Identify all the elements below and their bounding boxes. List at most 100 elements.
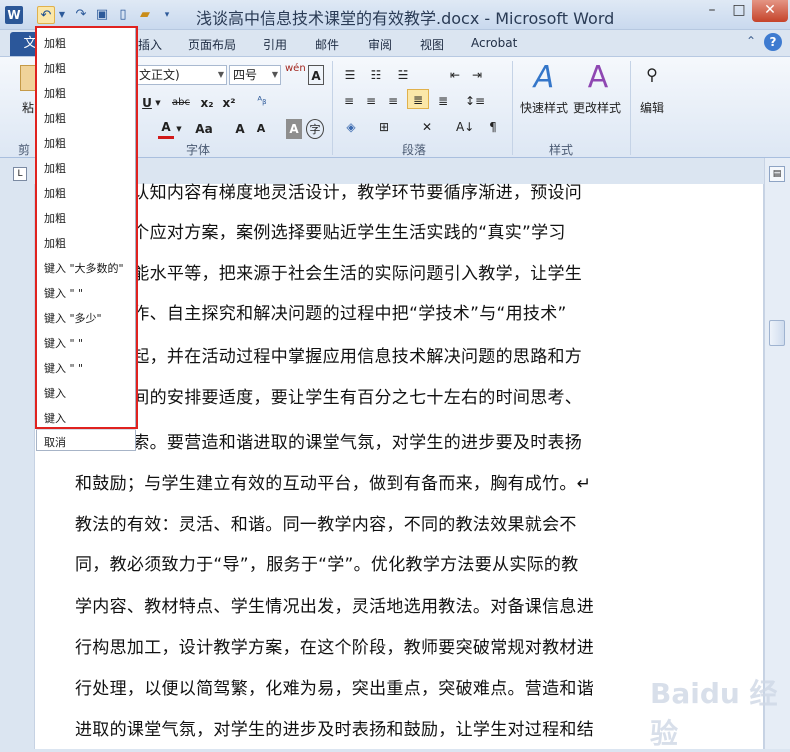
scrollbar-thumb[interactable] [769, 320, 785, 346]
change-styles-label[interactable]: 更改样式 [573, 99, 621, 116]
tab-acrobat[interactable]: Acrobat [471, 36, 517, 50]
tab-view[interactable]: 视图 [420, 36, 444, 53]
document-line: 行处理，以便以简驾繁，化难为易，突出重点，突破难点。营造和谐 [75, 679, 594, 699]
undo-item[interactable]: 加粗 [44, 60, 66, 76]
quick-styles-label[interactable]: 快速样式 [520, 99, 568, 116]
subscript-icon[interactable]: x₂ [198, 93, 216, 113]
ribbon-separator [332, 61, 333, 155]
paste-label[interactable]: 粘 [22, 99, 34, 116]
underline-icon[interactable]: U [140, 93, 154, 113]
undo-item[interactable]: 键入 "多少" [44, 310, 102, 326]
undo-item[interactable]: 键入 " " [44, 285, 83, 301]
document-line: 学内容、教材特点、学生情况出发，灵活地选用教法。对备课信息进 [75, 597, 594, 617]
document-line: 教法的有效：灵活、和谐。同一教学内容，不同的教法效果就会不 [75, 515, 577, 535]
font-name-combo[interactable]: 文正文) ▼ [135, 65, 227, 85]
grow-font-icon[interactable]: A [232, 119, 248, 139]
change-styles-icon[interactable]: A [582, 61, 614, 95]
help-icon[interactable]: ? [764, 33, 782, 51]
justify-icon[interactable]: ≣ [407, 89, 429, 109]
align-right-icon[interactable]: ≡ [384, 91, 402, 111]
show-marks-icon[interactable]: ¶ [484, 117, 502, 137]
undo-item[interactable]: 键入 "大多数的" [44, 260, 124, 276]
minimize-ribbon-icon[interactable]: ⌃ [746, 34, 756, 48]
tab-review[interactable]: 审阅 [368, 36, 392, 53]
font-color-dropdown-icon[interactable]: ▼ [175, 119, 183, 139]
align-center-icon[interactable]: ≡ [362, 91, 380, 111]
font-size-combo[interactable]: 四号 ▼ [229, 65, 281, 85]
decrease-indent-icon[interactable]: ⇤ [446, 65, 464, 85]
close-button[interactable]: ✕ [752, 0, 788, 22]
line-spacing-icon[interactable]: ↕≡ [464, 91, 486, 111]
vertical-scrollbar[interactable]: ▤ [764, 158, 790, 749]
char-border-icon[interactable]: A [308, 65, 324, 85]
undo-cancel-item[interactable]: 取消 [44, 434, 66, 450]
word-app-icon[interactable]: W [5, 6, 23, 24]
title-bar: W ↶ ▼ ↷ ▣ ▯ ▰ ▾ 浅谈高中信息技术课堂的有效教学.docx - M… [0, 0, 790, 30]
undo-item[interactable]: 加粗 [44, 235, 66, 251]
clear-formatting-icon[interactable]: ᴬᵦ [252, 91, 272, 111]
save-icon[interactable]: ▣ [93, 6, 111, 24]
quick-styles-icon[interactable]: A [528, 61, 560, 95]
paste-icon[interactable] [20, 65, 36, 91]
undo-item[interactable]: 键入 " " [44, 360, 83, 376]
baidu-watermark: Baidu 经验 [650, 677, 778, 750]
undo-item[interactable]: 键入 " " [44, 335, 83, 351]
redo-icon[interactable]: ↷ [72, 6, 90, 24]
undo-item[interactable]: 加粗 [44, 85, 66, 101]
menu-divider [36, 429, 136, 430]
undo-item[interactable]: 加粗 [44, 35, 66, 51]
document-line: 和鼓励；与学生建立有效的互动平台，做到有备而来，胸有成竹。↵ [75, 474, 592, 494]
window-title: 浅谈高中信息技术课堂的有效教学.docx - Microsoft Word [196, 9, 615, 28]
sort-icon[interactable]: A↓ [456, 117, 474, 137]
document-line: 同，教必须致力于“导”，服务于“学”。优化教学方法要从实际的教 [75, 555, 579, 575]
strikethrough-icon[interactable]: abc [170, 93, 192, 113]
underline-dropdown-icon[interactable]: ▼ [154, 93, 162, 113]
document-line: 时间的安排要适度，要让学生有百分之七十左右的时间思考、 [115, 388, 583, 408]
view-ruler-icon[interactable]: ▤ [769, 166, 785, 182]
tab-insert[interactable]: 插入 [138, 36, 162, 53]
shading-icon[interactable]: ◈ [340, 117, 362, 137]
ribbon-separator [630, 61, 631, 155]
undo-item[interactable]: 加粗 [44, 210, 66, 226]
undo-item[interactable]: 加粗 [44, 185, 66, 201]
document-line: 和认知内容有梯度地灵活设计，教学环节要循序渐进，预设问 [115, 183, 583, 203]
undo-icon[interactable]: ↶ [37, 6, 55, 24]
maximize-button[interactable]: □ [726, 0, 752, 22]
undo-item[interactable]: 加粗 [44, 110, 66, 126]
shrink-font-icon[interactable]: A [253, 119, 269, 139]
increase-indent-icon[interactable]: ⇥ [468, 65, 486, 85]
superscript-icon[interactable]: x² [220, 93, 238, 113]
font-color-icon[interactable]: A [158, 119, 174, 139]
document-line: 技能水平等，把来源于社会生活的实际问题引入教学，让学生 [115, 264, 583, 284]
minimize-button[interactable]: – [698, 0, 726, 22]
bullets-icon[interactable]: ☰ [340, 65, 360, 85]
binoculars-icon[interactable]: ⚲ [640, 65, 664, 85]
undo-item[interactable]: 加粗 [44, 135, 66, 151]
multilevel-list-icon[interactable]: ☱ [392, 65, 414, 85]
undo-dropdown-arrow-icon[interactable]: ▼ [57, 6, 67, 24]
font-size-value: 四号 [233, 68, 258, 82]
document-page[interactable]: 和认知内容有梯度地灵活设计，教学环节要循序渐进，预设问 多个应对方案，案例选择要… [34, 183, 764, 749]
undo-item[interactable]: 键入 [44, 410, 66, 426]
phonetic-guide-icon[interactable]: wén [285, 63, 306, 83]
open-folder-icon[interactable]: ▰ [136, 6, 154, 24]
editing-label[interactable]: 编辑 [640, 99, 664, 116]
tab-selector-icon[interactable]: L [13, 167, 27, 181]
char-shading-icon[interactable]: A [286, 119, 302, 139]
numbering-icon[interactable]: ☷ [366, 65, 386, 85]
tab-mailings[interactable]: 邮件 [315, 36, 339, 53]
styles-group-label: 样式 [549, 143, 574, 157]
tab-references[interactable]: 引用 [263, 36, 287, 53]
undo-item[interactable]: 加粗 [44, 160, 66, 176]
change-case-icon[interactable]: Aa [192, 119, 216, 139]
align-left-icon[interactable]: ≡ [340, 91, 358, 111]
enclose-characters-icon[interactable]: 字 [306, 119, 324, 139]
undo-item[interactable]: 键入 [44, 385, 66, 401]
borders-icon[interactable]: ⊞ [374, 117, 394, 137]
customize-qat-icon[interactable]: ▾ [158, 6, 176, 24]
chinese-layout-icon[interactable]: ✕ [416, 117, 438, 137]
new-document-icon[interactable]: ▯ [114, 6, 132, 24]
distributed-icon[interactable]: ≣ [434, 91, 452, 111]
tab-page-layout[interactable]: 页面布局 [188, 36, 236, 53]
ribbon-separator [512, 61, 513, 155]
